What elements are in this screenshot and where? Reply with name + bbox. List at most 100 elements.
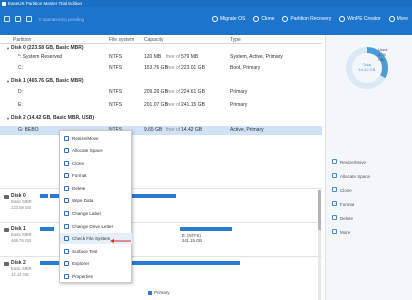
disk-map-style: Basic MBR [11, 266, 32, 271]
disk-row-1[interactable]: ▼ Disk 1 (465.76 GB, Basic MBR) [0, 77, 322, 86]
scroll-thumb[interactable] [318, 190, 321, 230]
more-button[interactable]: More [388, 16, 408, 22]
disk-row-0[interactable]: ▼ Disk 0 (223.58 GB, Basic MBR) [0, 44, 322, 53]
disk-map-size: 223.58 GB [11, 205, 32, 210]
action-clone[interactable]: Clone [330, 184, 410, 196]
menu-item-change-drive-letter[interactable]: Change Drive Letter [60, 221, 132, 232]
menu-item-format[interactable]: Format [60, 170, 132, 181]
undo-icon[interactable] [4, 16, 10, 22]
clone-button[interactable]: Clone [253, 16, 274, 22]
action-resize-move[interactable]: Resize/Move [330, 156, 410, 168]
partition-free-of: free of [166, 102, 181, 108]
explorer-icon [64, 261, 69, 266]
partition-name: E: [18, 102, 23, 108]
disk-map-row[interactable]: Disk 1 Basic MBR 465.76 GB E: (NTFS) 241… [0, 226, 322, 256]
redo-icon[interactable] [15, 16, 21, 22]
action-allocate-space[interactable]: Allocate Space [330, 170, 410, 182]
action-label: Resize/Move [340, 159, 367, 165]
disk-segment-bar[interactable] [180, 227, 232, 231]
partition-table-header: Partition File system Capacity Type [0, 35, 322, 44]
disk-label: Disk 0 (223.58 GB, Basic MBR) [11, 45, 84, 51]
pending-operations-icon[interactable] [26, 16, 32, 22]
disk-map-row[interactable]: Disk 0 Basic MBR 223.58 GB [0, 193, 322, 223]
partition-row-selected[interactable]: G: BEBO NTFS 9.65 GB free of 14.42 GB Ac… [0, 126, 322, 135]
legend-primary-label: Primary [154, 290, 170, 295]
menu-item-allocate-space[interactable]: Allocate Space [60, 145, 132, 156]
pending-operations-label[interactable]: 0 operation(s) pending [39, 17, 84, 22]
action-label: Format [340, 201, 355, 207]
disk-map-scrollbar[interactable] [318, 190, 321, 300]
more-icon [388, 16, 395, 22]
header-capacity[interactable]: Capacity [144, 37, 163, 43]
partition-row[interactable]: C: NTFS 153.76 GB free of 223.01 GB Boot… [0, 64, 322, 73]
annotation-arrow-icon [110, 239, 131, 243]
delete-icon [332, 215, 337, 220]
partition-used: 153.76 GB [144, 65, 168, 71]
disk-map-style: Basic MBR [11, 199, 32, 204]
partition-name: C: [18, 65, 23, 71]
disk-map-label: Disk 0 Basic MBR 223.58 GB [11, 193, 32, 211]
header-partition[interactable]: Partition [13, 37, 31, 43]
partition-free-of: free of [166, 65, 181, 71]
header-type[interactable]: Type [230, 37, 241, 43]
menu-item-label: Format [72, 173, 87, 178]
used-value: 4.76 GB [378, 52, 386, 62]
more-icon [332, 229, 337, 234]
used-label: Used 4.76 GB [378, 47, 390, 62]
menu-item-delete[interactable]: Delete [60, 183, 132, 194]
menu-item-clone[interactable]: Clone [60, 158, 132, 169]
header-file-system[interactable]: File system [109, 37, 134, 43]
menu-item-change-label[interactable]: Change Label [60, 208, 132, 219]
disk-segment-bar[interactable] [40, 194, 48, 198]
disk-map-row[interactable]: Disk 2 Basic MBR 14.42 GB [0, 260, 322, 290]
menu-item-properties[interactable]: Properties [60, 271, 132, 282]
usb-disk-icon [4, 262, 9, 266]
partition-used: 201.07 GB [144, 102, 168, 108]
menu-item-wipe-data[interactable]: Wipe Data [60, 195, 132, 206]
clone-icon [332, 187, 337, 192]
format-icon [64, 173, 69, 178]
clone-icon [64, 161, 69, 166]
menu-item-surface-test[interactable]: Surface Test [60, 246, 132, 257]
menu-item-label: Delete [72, 186, 86, 191]
disk-row-2[interactable]: ▼ Disk 2 (14.42 GB, Basic MBR, USB) [0, 114, 322, 123]
menu-item-resize-move[interactable]: Resize/Move [60, 133, 132, 144]
wipe-icon [64, 198, 69, 203]
check-icon [64, 236, 69, 241]
right-panel: Used 4.76 GB Total 14.42 GB Resize/Move … [325, 35, 412, 300]
migrate-icon [212, 16, 219, 22]
collapse-caret-icon[interactable]: ▼ [6, 114, 10, 123]
collapse-caret-icon[interactable]: ▼ [6, 77, 10, 86]
disk-label: Disk 2 (14.42 GB, Basic MBR, USB) [11, 115, 95, 121]
disk-segment-bar[interactable] [40, 227, 54, 231]
action-delete[interactable]: Delete [330, 212, 410, 224]
legend: Primary [148, 290, 170, 295]
menu-item-label: Check File System [72, 236, 111, 241]
partition-recovery-label: Partition Recovery [290, 16, 332, 22]
menu-item-label: Wipe Data [72, 198, 94, 203]
action-label: Allocate Space [340, 173, 371, 179]
clone-label: Clone [261, 16, 275, 22]
toolbar: 0 operation(s) pending Migrate OS Clone … [0, 7, 412, 35]
action-label: More [340, 229, 351, 235]
disk-map-size: 465.76 GB [11, 238, 32, 243]
collapse-caret-icon[interactable]: ▼ [6, 44, 10, 53]
action-format[interactable]: Format [330, 198, 410, 210]
disk-map-size: 14.42 GB [11, 272, 29, 277]
label-icon [64, 211, 69, 216]
partition-row[interactable]: *: System Reserved NTFS 120 MB free of 5… [0, 53, 322, 62]
action-more[interactable]: More [330, 226, 410, 238]
hard-disk-icon [4, 228, 9, 232]
winpe-creator-button[interactable]: WinPE Creator [339, 16, 381, 22]
partition-recovery-button[interactable]: Partition Recovery [282, 16, 331, 22]
menu-item-label: Properties [72, 274, 93, 279]
toolbar-left-group: 0 operation(s) pending [4, 16, 84, 22]
partition-row[interactable]: D: NTFS 209.26 GB free of 224.61 GB Prim… [0, 88, 322, 97]
partition-row[interactable]: E: NTFS 201.07 GB free of 241.15 GB Prim… [0, 101, 322, 110]
actions-list: Resize/Move Allocate Space Clone Format … [330, 156, 410, 240]
migrate-os-button[interactable]: Migrate OS [212, 16, 245, 22]
allocate-icon [332, 173, 337, 178]
menu-item-explorer[interactable]: Explorer [60, 258, 132, 269]
partition-fs: NTFS [109, 102, 123, 108]
segment-label: E: (NTFS) 241.15 GB [182, 233, 202, 243]
